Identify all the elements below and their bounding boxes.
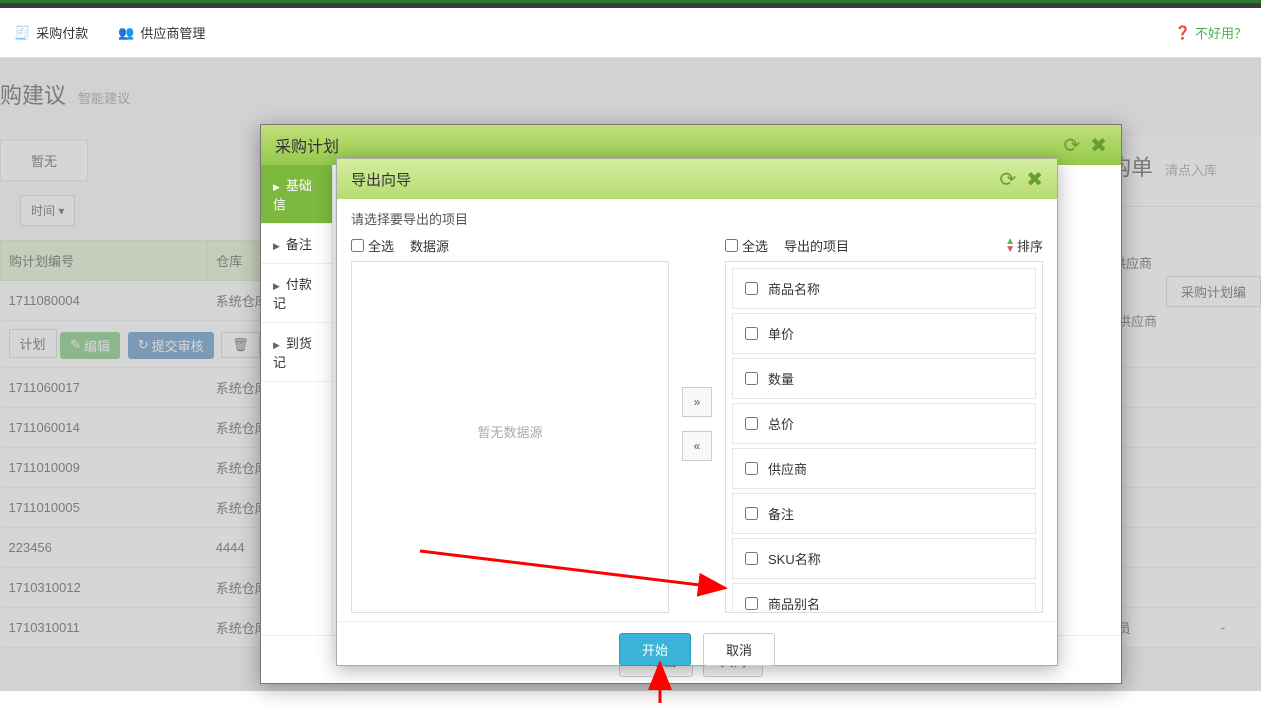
select-all-right-checkbox[interactable] (725, 239, 738, 252)
item-checkbox[interactable] (745, 372, 758, 385)
target-list-box[interactable]: 商品名称 单价 数量 总价 供应商 备注 SKU名称 商品别名 (725, 261, 1043, 613)
list-item[interactable]: 商品名称 (732, 268, 1036, 309)
feedback-link[interactable]: ❓ 不好用？ (1175, 23, 1247, 42)
list-item[interactable]: 数量 (732, 358, 1036, 399)
start-button[interactable]: 开始 (619, 633, 691, 666)
select-all-left-checkbox[interactable] (351, 239, 364, 252)
list-item[interactable]: 商品别名 (732, 583, 1036, 612)
target-column: 全选 导出的项目 ▲▼ 排序 商品名称 单价 数量 总价 供应商 (725, 234, 1043, 613)
item-checkbox[interactable] (745, 327, 758, 340)
inner-prompt: 请选择要导出的项目 (337, 199, 1057, 234)
empty-source-text: 暂无数据源 (352, 262, 668, 441)
item-checkbox[interactable] (745, 417, 758, 430)
list-item[interactable]: 总价 (732, 403, 1036, 444)
list-item[interactable]: SKU名称 (732, 538, 1036, 579)
outer-modal-title: 采购计划 (275, 133, 339, 157)
close-icon[interactable]: ✖ (1090, 133, 1107, 158)
list-item[interactable]: 备注 (732, 493, 1036, 534)
feedback-label: 不好用？ (1195, 23, 1247, 42)
source-list-box: 暂无数据源 (351, 261, 669, 613)
top-toolbar: 🧾 采购付款 👥 供应商管理 ❓ 不好用？ (0, 8, 1261, 58)
supplier-mgmt-label: 供应商管理 (140, 23, 205, 42)
item-checkbox[interactable] (745, 597, 758, 610)
refresh-icon[interactable]: ⟳ (999, 167, 1016, 192)
chevron-right-icon: » (694, 395, 701, 409)
item-checkbox[interactable] (745, 282, 758, 295)
cancel-button[interactable]: 取消 (703, 633, 775, 666)
list-item[interactable]: 单价 (732, 313, 1036, 354)
receipt-icon: 🧾 (14, 25, 30, 41)
select-all-left[interactable]: 全选 (351, 236, 394, 255)
exported-label: 导出的项目 (784, 236, 849, 255)
item-checkbox[interactable] (745, 507, 758, 520)
data-source-label: 数据源 (410, 236, 449, 255)
supplier-mgmt-button[interactable]: 👥 供应商管理 (118, 23, 205, 42)
refresh-icon[interactable]: ⟳ (1063, 133, 1080, 158)
sidebar-tab-basic[interactable]: 基础信 (261, 165, 332, 224)
inner-modal-title: 导出向导 (351, 169, 411, 190)
export-wizard-modal: 导出向导 ⟳ ✖ 请选择要导出的项目 全选 数据源 暂无数据源 » « (336, 158, 1058, 666)
close-icon[interactable]: ✖ (1026, 167, 1043, 192)
sort-button[interactable]: ▲▼ 排序 (1005, 236, 1043, 255)
source-column: 全选 数据源 暂无数据源 (351, 234, 669, 613)
purchase-pay-label: 采购付款 (36, 23, 88, 42)
list-item[interactable]: 供应商 (732, 448, 1036, 489)
sidebar-tab-arrival[interactable]: 到货记 (261, 323, 332, 382)
sidebar-tab-payment[interactable]: 付款记 (261, 264, 332, 323)
chevron-left-icon: « (694, 439, 701, 453)
select-all-right[interactable]: 全选 (725, 236, 768, 255)
purchase-pay-button[interactable]: 🧾 采购付款 (14, 23, 88, 42)
item-checkbox[interactable] (745, 552, 758, 565)
users-icon: 👥 (118, 25, 134, 41)
question-icon: ❓ (1175, 25, 1191, 41)
move-right-button[interactable]: » (682, 387, 712, 417)
move-left-button[interactable]: « (682, 431, 712, 461)
item-checkbox[interactable] (745, 462, 758, 475)
sort-down-icon: ▼ (1005, 244, 1015, 255)
sidebar-tab-remark[interactable]: 备注 (261, 224, 332, 264)
outer-sidebar: 基础信 备注 付款记 到货记 (261, 165, 333, 635)
